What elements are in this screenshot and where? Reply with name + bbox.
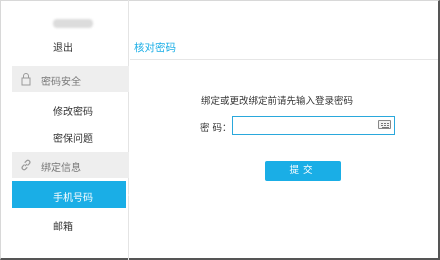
main-panel: 核对密码 绑定或更改绑定前请先输入登录密码 密 码： 提交 [130, 0, 438, 258]
password-label: 密 码： [200, 123, 232, 134]
sidebar-item-phone[interactable]: 手机号码 [12, 181, 134, 208]
sidebar: 退出 密码安全 修改密码 密保问题 绑定信息 手机号码 邮箱 [12, 0, 134, 260]
page-title: 核对密码 [134, 42, 176, 54]
section-label: 密码安全 [41, 77, 81, 88]
section-label: 绑定信息 [41, 163, 81, 174]
instruction-text: 绑定或更改绑定前请先输入登录密码 [201, 96, 354, 107]
lock-icon [21, 73, 31, 86]
sidebar-item-label: 手机号码 [53, 193, 93, 204]
sidebar-item-email[interactable]: 邮箱 [53, 218, 73, 233]
submit-button[interactable]: 提交 [265, 161, 341, 181]
sidebar-item-change-password[interactable]: 修改密码 [53, 103, 93, 118]
section-binding-info: 绑定信息 [12, 152, 129, 178]
section-password-security: 密码安全 [12, 66, 129, 92]
username-blurred [53, 19, 93, 28]
keyboard-icon[interactable] [378, 120, 391, 129]
password-field[interactable] [232, 116, 395, 135]
link-icon [21, 159, 31, 171]
logout-link[interactable]: 退出 [53, 39, 73, 54]
title-divider [130, 59, 438, 60]
sidebar-item-security-question[interactable]: 密保问题 [53, 130, 93, 145]
